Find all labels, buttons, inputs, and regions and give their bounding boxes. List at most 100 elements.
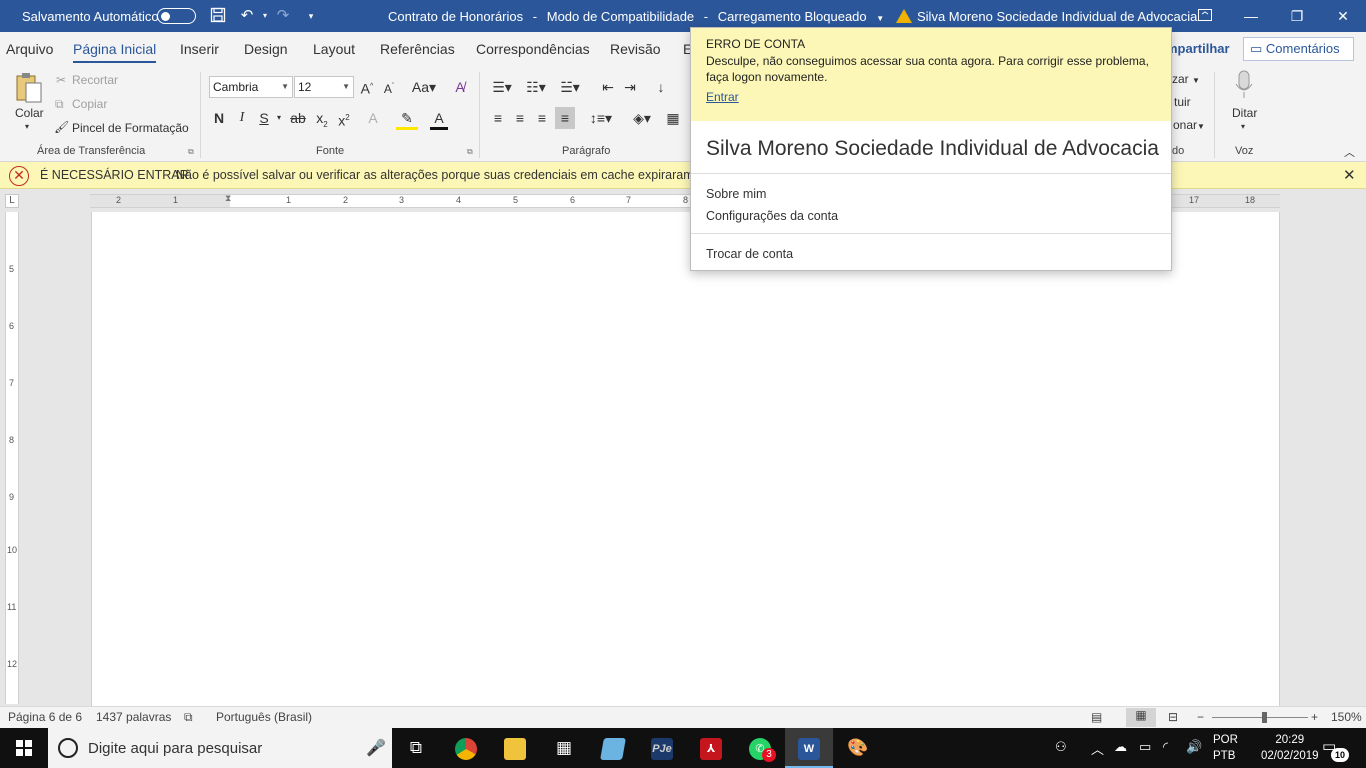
pje-icon[interactable]: PJe — [638, 728, 686, 768]
dialog-launcher-icon[interactable]: ⧉ — [188, 147, 194, 157]
numbering-icon[interactable]: ☷▾ — [523, 78, 549, 96]
underline-dropdown-icon[interactable]: ▾ — [274, 109, 284, 127]
text-effects-icon[interactable]: A — [364, 109, 382, 127]
increase-indent-icon[interactable]: ⇥ — [622, 78, 638, 96]
undo-icon[interactable]: ↶ — [238, 7, 256, 25]
task-view-icon[interactable]: ⧉ — [392, 728, 440, 768]
redo-icon[interactable]: ↷ — [274, 7, 292, 25]
microphone-icon[interactable]: 🎤 — [366, 738, 386, 758]
ribbon-display-icon[interactable] — [1182, 0, 1228, 32]
align-center-icon[interactable]: ≡ — [511, 109, 529, 127]
undo-dropdown-icon[interactable]: ▾ — [256, 7, 274, 25]
sort-icon[interactable]: ↓ — [651, 78, 671, 96]
zoom-out-icon[interactable]: − — [1197, 710, 1204, 724]
decrease-indent-icon[interactable]: ⇤ — [600, 78, 616, 96]
grow-font-icon[interactable]: A^ — [359, 78, 375, 98]
word-count[interactable]: 1437 palavras — [96, 710, 171, 724]
account-settings-link[interactable]: Configurações da conta — [706, 209, 838, 223]
start-button[interactable] — [0, 728, 48, 768]
tab-insert[interactable]: Inserir — [180, 41, 219, 57]
proofing-icon[interactable]: ⧉ — [184, 710, 193, 725]
underline-icon[interactable]: S — [256, 109, 272, 127]
document-page[interactable] — [91, 212, 1280, 706]
paste-dropdown-icon[interactable]: ▾ — [25, 122, 29, 131]
zoom-level[interactable]: 150% — [1331, 710, 1362, 724]
customize-qat-icon[interactable]: ▾ — [302, 7, 320, 25]
shading-icon[interactable]: ◈▾ — [628, 109, 656, 127]
indent-marker-icon[interactable]: ⧗ — [225, 193, 231, 204]
wifi-icon[interactable]: ◜ — [1163, 739, 1168, 755]
input-language[interactable]: POR PTB — [1213, 732, 1238, 764]
taskbar-search[interactable]: Digite aqui para pesquisar 🎤 — [48, 728, 392, 768]
about-me-link[interactable]: Sobre mim — [706, 187, 766, 201]
tab-home[interactable]: Página Inicial — [73, 41, 157, 63]
print-layout-icon[interactable]: ▦ — [1126, 708, 1156, 727]
dialog-launcher-icon[interactable]: ⧉ — [467, 147, 473, 157]
multilevel-list-icon[interactable]: ☱▾ — [557, 78, 583, 96]
cut-button[interactable]: Recortar — [72, 73, 118, 87]
vertical-ruler[interactable]: 5 6 7 8 9 10 11 12 — [5, 212, 19, 704]
tab-file[interactable]: Arquivo — [6, 41, 53, 57]
signin-link[interactable]: Entrar — [706, 90, 739, 104]
document-title[interactable]: Contrato de Honorários - Modo de Compati… — [388, 9, 890, 24]
web-layout-icon[interactable]: ⊟ — [1168, 710, 1178, 724]
justify-icon[interactable]: ≡ — [555, 107, 575, 129]
select-button[interactable]: onar▼ — [1173, 118, 1205, 132]
align-right-icon[interactable]: ≡ — [533, 109, 551, 127]
highlight-icon[interactable]: ✎ — [396, 109, 418, 130]
switch-account-link[interactable]: Trocar de conta — [706, 247, 793, 261]
tab-review[interactable]: Revisão — [610, 41, 661, 57]
volume-icon[interactable]: 🔊 — [1186, 739, 1202, 755]
word-icon[interactable]: W — [785, 728, 833, 768]
subscript-icon[interactable]: x2 — [313, 109, 331, 134]
superscript-icon[interactable]: x2 — [335, 109, 353, 130]
account-button[interactable]: Silva Moreno Sociedade Individual de Adv… — [896, 9, 1197, 24]
format-painter-button[interactable]: Pincel de Formatação — [72, 121, 189, 135]
tab-layout[interactable]: Layout — [313, 41, 355, 57]
clock[interactable]: 20:29 02/02/2019 — [1261, 732, 1319, 764]
autosave-toggle[interactable] — [157, 8, 196, 24]
line-spacing-icon[interactable]: ↕≡▾ — [587, 109, 615, 127]
file-explorer-icon[interactable] — [491, 728, 539, 768]
calculator-icon[interactable]: ▦ — [540, 728, 588, 768]
strikethrough-icon[interactable]: ab — [289, 109, 307, 127]
zoom-slider[interactable] — [1212, 717, 1308, 718]
notepad-icon[interactable] — [589, 728, 637, 768]
paint-icon[interactable]: 🎨 — [834, 728, 882, 768]
dictate-dropdown-icon[interactable]: ▾ — [1241, 122, 1245, 131]
people-icon[interactable]: ⚇ — [1055, 739, 1067, 755]
close-icon[interactable]: ✕ — [1343, 166, 1356, 184]
replace-button[interactable]: tuir — [1174, 95, 1191, 109]
paste-icon[interactable] — [14, 72, 44, 103]
acrobat-icon[interactable]: ⅄ — [687, 728, 735, 768]
tab-references[interactable]: Referências — [380, 41, 455, 57]
language-status[interactable]: Português (Brasil) — [216, 710, 312, 724]
borders-icon[interactable]: ▦ — [662, 109, 684, 127]
page-count[interactable]: Página 6 de 6 — [8, 710, 82, 724]
copy-button[interactable]: Copiar — [72, 97, 107, 111]
tab-design[interactable]: Design — [244, 41, 288, 57]
tab-selector[interactable]: L — [5, 194, 19, 208]
zoom-in-icon[interactable]: + — [1311, 710, 1318, 724]
zoom-slider-thumb[interactable] — [1262, 712, 1267, 723]
collapse-ribbon-icon[interactable]: ︿ — [1344, 144, 1355, 160]
paste-label[interactable]: Colar — [15, 106, 44, 120]
whatsapp-icon[interactable]: ✆ 3 — [736, 728, 784, 768]
microphone-icon[interactable] — [1233, 70, 1255, 100]
bullets-icon[interactable]: ☰▾ — [489, 78, 515, 96]
save-icon[interactable] — [209, 7, 227, 25]
font-color-icon[interactable]: A — [430, 109, 448, 130]
clear-formatting-icon[interactable]: A̸ — [451, 78, 469, 96]
font-size-combo[interactable]: 12 ▼ — [294, 76, 354, 98]
onedrive-icon[interactable]: ☁ — [1114, 739, 1127, 755]
minimize-icon[interactable]: — — [1228, 0, 1274, 32]
dictate-button[interactable]: Ditar — [1232, 106, 1257, 120]
comments-button[interactable]: ▭ Comentários — [1243, 37, 1354, 61]
show-hidden-icons-icon[interactable]: ︿ — [1091, 739, 1104, 758]
tab-mailings[interactable]: Correspondências — [476, 41, 590, 57]
change-case-icon[interactable]: Aa▾ — [409, 78, 439, 96]
shrink-font-icon[interactable]: Aˇ — [381, 78, 397, 98]
italic-icon[interactable]: I — [234, 109, 250, 127]
bold-icon[interactable]: N — [211, 109, 227, 127]
find-button[interactable]: zar ▼ — [1172, 72, 1200, 86]
